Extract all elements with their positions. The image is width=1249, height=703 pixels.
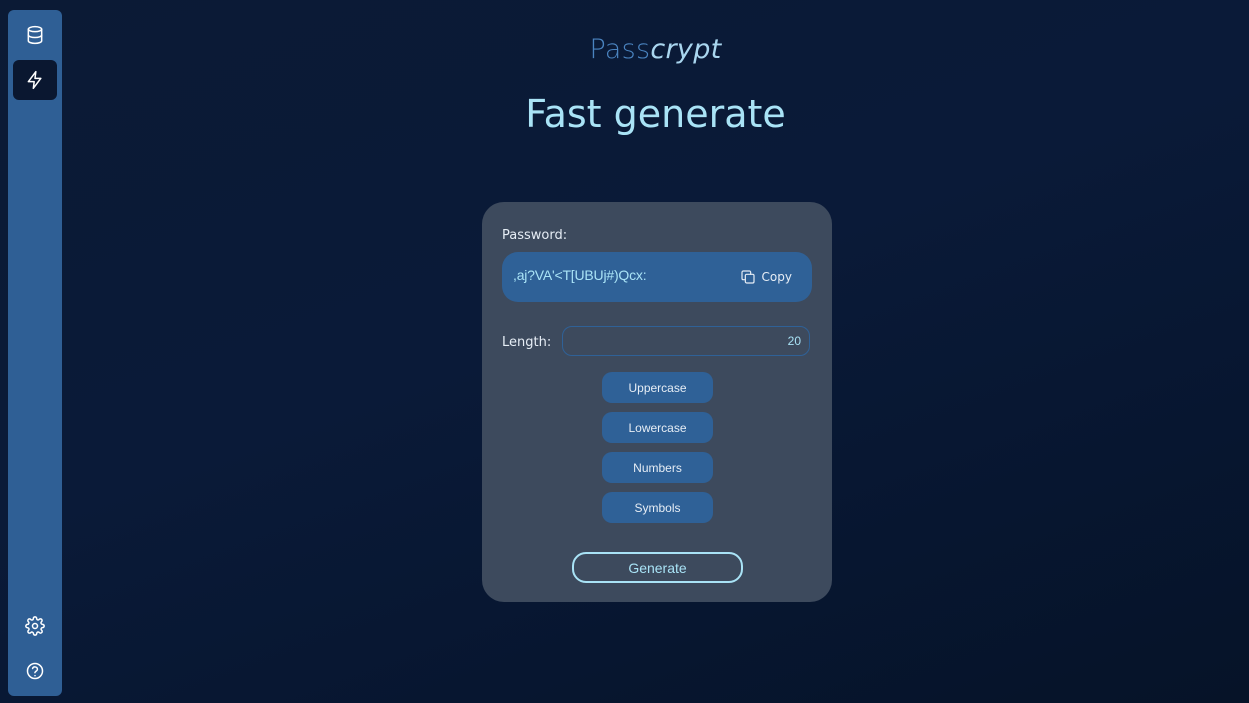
gear-icon — [25, 616, 45, 636]
sidebar-item-settings[interactable] — [13, 606, 57, 646]
app-logo: Passcrypt — [62, 34, 1249, 65]
copy-button[interactable]: Copy — [740, 268, 792, 286]
copy-icon — [740, 270, 755, 284]
brand-part-2: crypt — [650, 34, 722, 65]
lowercase-toggle[interactable]: Lowercase — [602, 412, 713, 443]
sidebar-item-database[interactable] — [13, 15, 57, 55]
password-display: ,aj?VA'<T[UBUj#)Qcx: Copy — [502, 252, 812, 302]
length-label: Length: — [502, 335, 552, 350]
length-input[interactable] — [562, 326, 810, 356]
password-label: Password: — [502, 228, 568, 243]
generate-button[interactable]: Generate — [572, 552, 743, 583]
password-value[interactable]: ,aj?VA'<T[UBUj#)Qcx: — [513, 267, 647, 283]
lightning-icon — [27, 70, 42, 90]
symbols-toggle[interactable]: Symbols — [602, 492, 713, 523]
page-title: Fast generate — [525, 92, 786, 136]
numbers-toggle[interactable]: Numbers — [602, 452, 713, 483]
copy-label: Copy — [761, 270, 792, 284]
generator-card: Password: ,aj?VA'<T[UBUj#)Qcx: Copy Leng… — [482, 202, 832, 602]
sidebar — [8, 10, 62, 696]
sidebar-item-help[interactable] — [13, 651, 57, 691]
database-icon — [27, 25, 43, 45]
uppercase-toggle[interactable]: Uppercase — [602, 372, 713, 403]
sidebar-item-fast-generate[interactable] — [13, 60, 57, 100]
help-icon — [26, 662, 44, 680]
brand-part-1: Pass — [589, 34, 651, 65]
